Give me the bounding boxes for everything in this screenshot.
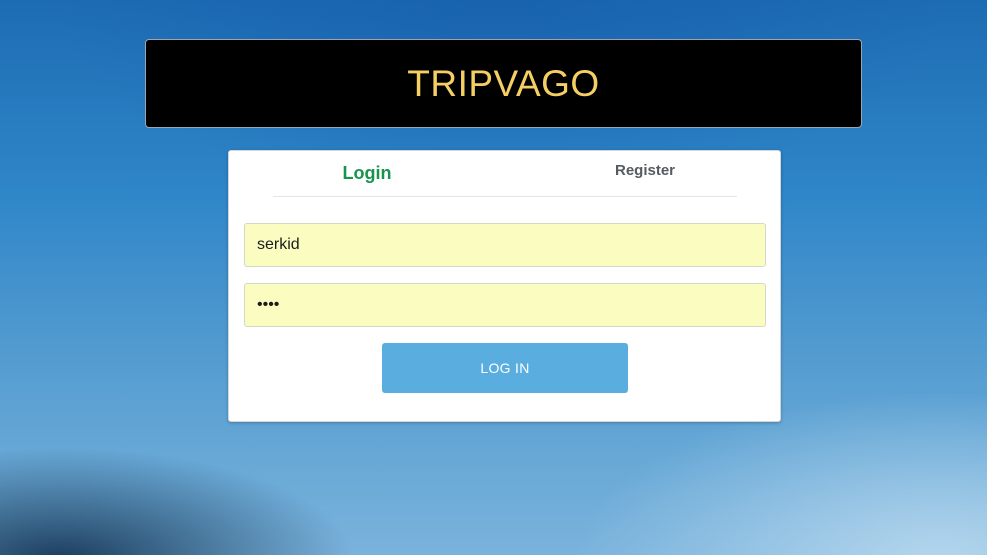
auth-card: Login Register LOG IN [228, 150, 781, 422]
site-title: TRIPVAGO [407, 62, 600, 104]
login-button[interactable]: LOG IN [382, 343, 628, 393]
site-header-banner: TRIPVAGO [145, 39, 862, 128]
password-input[interactable] [244, 283, 766, 327]
username-input[interactable] [244, 223, 766, 267]
tab-register[interactable]: Register [555, 148, 735, 192]
auth-tabs: Login Register [273, 151, 737, 197]
tab-login[interactable]: Login [273, 151, 461, 195]
